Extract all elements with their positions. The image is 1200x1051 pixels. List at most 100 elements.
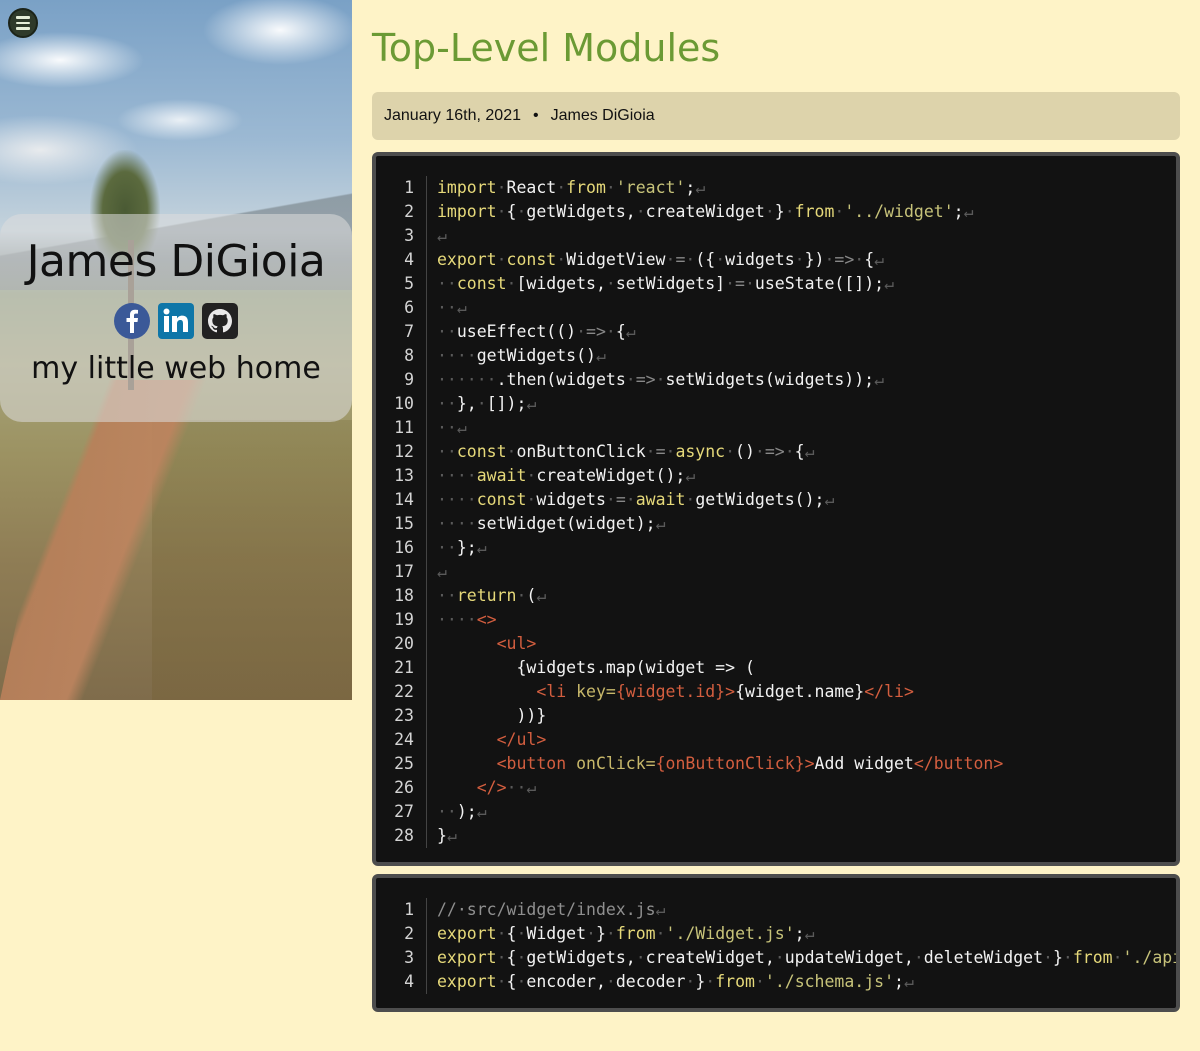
code-line: 23 ))} (376, 704, 1176, 728)
menu-button[interactable] (8, 8, 38, 38)
code-line: 3 ↵ (376, 224, 1176, 248)
code-line: 22 <li key={widget.id}>{widget.name}</li… (376, 680, 1176, 704)
line-number: 9 (404, 370, 414, 389)
code-text: ··const·[widgets,·setWidgets]·=·useState… (426, 272, 1176, 296)
code-block[interactable]: 1 import·React·from·'react';↵ 2 import·{·ge… (372, 152, 1180, 866)
line-number: 23 (394, 706, 414, 725)
code-text: ··return·(↵ (426, 584, 1176, 608)
code-line: 17 ↵ (376, 560, 1176, 584)
code-text: ··const·onButtonClick·=·async·()·=>·{↵ (426, 440, 1176, 464)
social-links (114, 303, 238, 339)
code-line: 5 ··const·[widgets,·setWidgets]·=·useStat… (376, 272, 1176, 296)
line-number: 7 (404, 322, 414, 341)
code-text: ····setWidget(widget);↵ (426, 512, 1176, 536)
code-line: 9 ······.then(widgets·=>·setWidgets(widge… (376, 368, 1176, 392)
line-number: 4 (404, 972, 414, 991)
code-block[interactable]: 1 //·src/widget/index.js↵ 2 export·{·Widget… (372, 874, 1180, 1012)
code-text: ····getWidgets()↵ (426, 344, 1176, 368)
line-number: 25 (394, 754, 414, 773)
code-line: 2 import·{·getWidgets,·createWidget·}·fro… (376, 200, 1176, 224)
code-text: </>··↵ (426, 776, 1176, 800)
code-text: ··};↵ (426, 536, 1176, 560)
profile-card: James DiGioia my little web home (0, 214, 352, 422)
line-number: 8 (404, 346, 414, 365)
code-text: export·{·getWidgets,·createWidget,·updat… (426, 946, 1176, 970)
linkedin-icon[interactable] (158, 303, 194, 339)
code-text: <ul> (426, 632, 1176, 656)
code-text: {widgets.map(widget => ( (426, 656, 1176, 680)
code-line: 25 <button onClick={onButtonClick}>Add w… (376, 752, 1176, 776)
code-line: 3 export·{·getWidgets,·createWidget,·upda… (376, 946, 1176, 970)
facebook-icon[interactable] (114, 303, 150, 339)
code-line: 13 ····await·createWidget();↵ (376, 464, 1176, 488)
line-number: 22 (394, 682, 414, 701)
code-text: export·const·WidgetView·=·({·widgets·})·… (426, 248, 1176, 272)
code-text: <button onClick={onButtonClick}>Add widg… (426, 752, 1176, 776)
code-text: ······.then(widgets·=>·setWidgets(widget… (426, 368, 1176, 392)
line-number: 18 (394, 586, 414, 605)
line-number: 11 (394, 418, 414, 437)
code-line: 2 export·{·Widget·}·from·'./Widget.js';↵ (376, 922, 1176, 946)
line-number: 12 (394, 442, 414, 461)
line-number: 27 (394, 802, 414, 821)
code-line: 1 //·src/widget/index.js↵ (376, 898, 1176, 922)
code-line: 21 {widgets.map(widget => ( (376, 656, 1176, 680)
github-icon[interactable] (202, 303, 238, 339)
code-line: 26 </>··↵ (376, 776, 1176, 800)
code-line: 11 ··↵ (376, 416, 1176, 440)
code-line: 28}↵ (376, 824, 1176, 848)
code-line: 1 import·React·from·'react';↵ (376, 176, 1176, 200)
code-text: ↵ (426, 224, 1176, 248)
code-text: <li key={widget.id}>{widget.name}</li> (426, 680, 1176, 704)
tagline: my little web home (31, 351, 321, 386)
page-title: Top-Level Modules (372, 26, 721, 70)
background-path (0, 380, 352, 700)
line-number: 6 (404, 298, 414, 317)
line-number: 24 (394, 730, 414, 749)
code-text: import·React·from·'react';↵ (426, 176, 1176, 200)
line-number: 4 (404, 250, 414, 269)
line-number: 20 (394, 634, 414, 653)
code-text: ··↵ (426, 296, 1176, 320)
code-line: 19 ····<> (376, 608, 1176, 632)
code-text: ····const·widgets·=·await·getWidgets();↵ (426, 488, 1176, 512)
line-number: 19 (394, 610, 414, 629)
code-text: export·{·Widget·}·from·'./Widget.js';↵ (426, 922, 1176, 946)
code-line: 6 ··↵ (376, 296, 1176, 320)
code-line: 12 ··const·onButtonClick·=·async·()·=>·{↵ (376, 440, 1176, 464)
line-number: 28 (394, 826, 414, 845)
line-number: 16 (394, 538, 414, 557)
line-number: 14 (394, 490, 414, 509)
code-text: ··useEffect(()·=>·{↵ (426, 320, 1176, 344)
code-line: 8 ····getWidgets()↵ (376, 344, 1176, 368)
code-text: ··);↵ (426, 800, 1176, 824)
code-text: export·{·encoder,·decoder·}·from·'./sche… (426, 970, 1176, 994)
code-line: 14 ····const·widgets·=·await·getWidgets()… (376, 488, 1176, 512)
code-line: 18 ··return·(↵ (376, 584, 1176, 608)
line-number: 3 (404, 226, 414, 245)
line-number: 1 (404, 900, 414, 919)
code-text: ··},·[]);↵ (426, 392, 1176, 416)
profile-name: James DiGioia (26, 236, 326, 287)
line-number: 10 (394, 394, 414, 413)
code-line: 4 export·const·WidgetView·=·({·widgets·})… (376, 248, 1176, 272)
code-line: 4 export·{·encoder,·decoder·}·from·'./sch… (376, 970, 1176, 994)
sidebar: James DiGioia my little web home (0, 0, 352, 700)
code-text: ··↵ (426, 416, 1176, 440)
code-line: 20 <ul> (376, 632, 1176, 656)
line-number: 2 (404, 202, 414, 221)
code-text: ····await·createWidget();↵ (426, 464, 1176, 488)
code-text: </ul> (426, 728, 1176, 752)
line-number: 15 (394, 514, 414, 533)
meta-separator: • (533, 107, 539, 124)
code-text: //·src/widget/index.js↵ (426, 898, 1176, 922)
post-author: James DiGioia (550, 107, 655, 124)
line-number: 5 (404, 274, 414, 293)
code-line: 24 </ul> (376, 728, 1176, 752)
code-line: 7 ··useEffect(()·=>·{↵ (376, 320, 1176, 344)
code-line: 15 ····setWidget(widget);↵ (376, 512, 1176, 536)
hamburger-icon (16, 16, 30, 19)
line-number: 2 (404, 924, 414, 943)
line-number: 1 (404, 178, 414, 197)
code-text: import·{·getWidgets,·createWidget·}·from… (426, 200, 1176, 224)
